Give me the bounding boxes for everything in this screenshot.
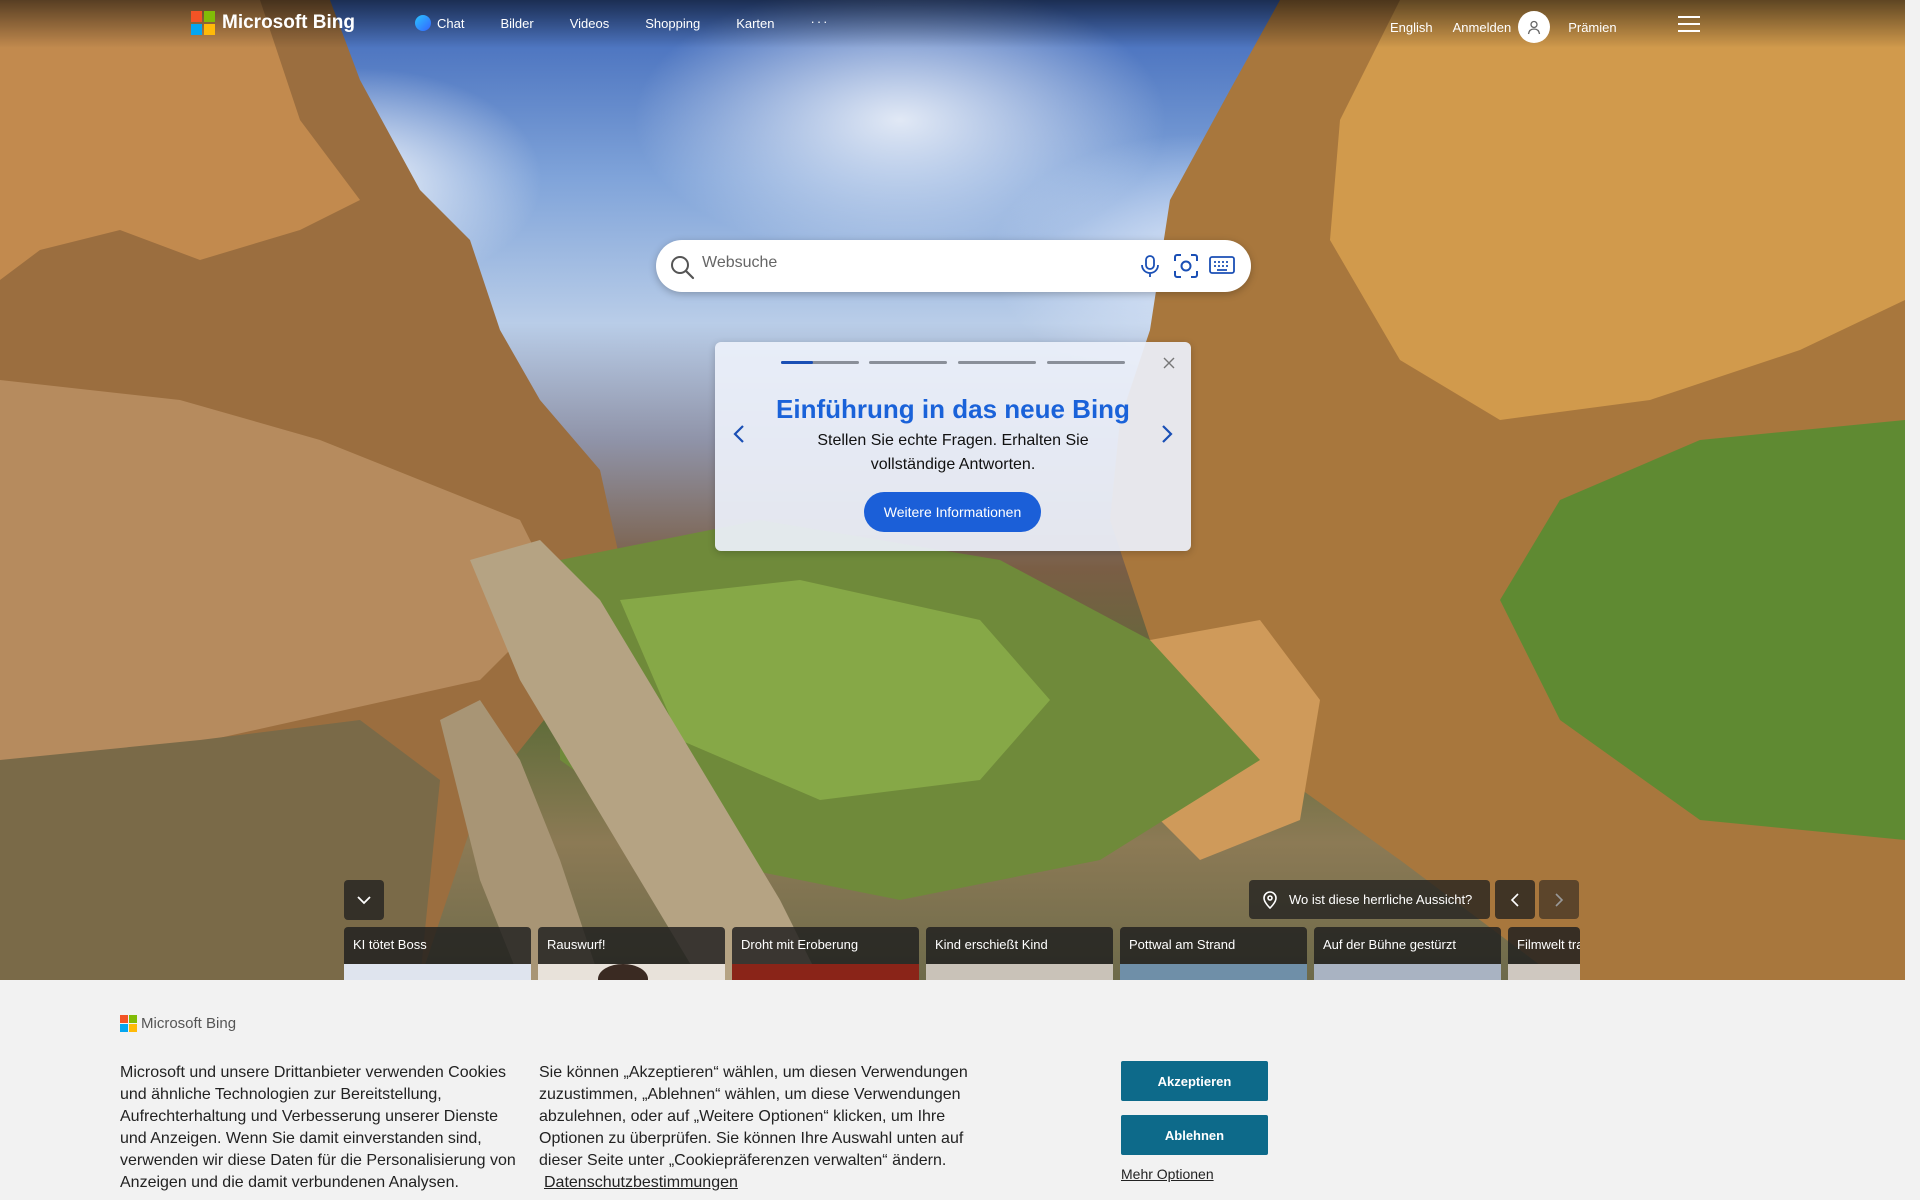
promo-title: Einführung in das neue Bing bbox=[776, 394, 1130, 424]
chevron-left-icon bbox=[1510, 892, 1519, 907]
user-avatar-icon[interactable] bbox=[1518, 11, 1551, 43]
news-tile[interactable]: Auf der Bühne gestürzt bbox=[1314, 927, 1501, 980]
news-title: Auf der Bühne gestürzt bbox=[1314, 927, 1501, 964]
cookie-logo-text: Microsoft Bing bbox=[141, 1015, 237, 1032]
cookie-text-1: Microsoft und unsere Drittanbieter verwe… bbox=[120, 1064, 516, 1191]
progress-step[interactable] bbox=[958, 361, 1036, 364]
news-thumbnail bbox=[1120, 964, 1307, 980]
progress-step[interactable] bbox=[869, 361, 947, 364]
chat-icon bbox=[415, 15, 431, 31]
rewards-link[interactable]: Prämien bbox=[1568, 20, 1616, 35]
learn-more-button[interactable]: Weitere Informationen bbox=[864, 492, 1041, 532]
more-options-link[interactable]: Mehr Optionen bbox=[1121, 1166, 1214, 1182]
previous-image-button[interactable] bbox=[1495, 880, 1535, 919]
news-thumbnail bbox=[1314, 964, 1501, 980]
news-title: Droht mit Eroberung bbox=[732, 927, 919, 964]
promo-text: Stellen Sie echte Fragen. Erhalten Sie v… bbox=[817, 432, 1089, 473]
nav-maps[interactable]: Karten bbox=[736, 15, 774, 31]
chevron-down-icon bbox=[357, 896, 371, 905]
search-box bbox=[656, 240, 1251, 292]
cookie-text-2: Sie können „Akzeptieren“ wählen, um dies… bbox=[539, 1062, 979, 1194]
nav-videos[interactable]: Videos bbox=[570, 15, 610, 31]
nav-chat-label: Chat bbox=[437, 15, 465, 31]
main-nav: Chat Bilder Videos Shopping Karten ··· bbox=[415, 14, 866, 31]
news-tile[interactable]: Droht mit Eroberung bbox=[732, 927, 919, 980]
progress-step-active bbox=[781, 361, 813, 364]
nav-images[interactable]: Bilder bbox=[500, 15, 533, 31]
news-thumbnail bbox=[732, 964, 919, 980]
location-pin-icon bbox=[1263, 890, 1277, 909]
visual-search-icon[interactable] bbox=[1173, 253, 1199, 279]
nav-more[interactable]: ··· bbox=[811, 11, 830, 31]
close-icon[interactable] bbox=[1162, 356, 1176, 370]
news-title: Kind erschießt Kind bbox=[926, 927, 1113, 964]
news-tile[interactable]: KI tötet Boss bbox=[344, 927, 531, 980]
news-thumbnail bbox=[1508, 964, 1580, 980]
privacy-link[interactable]: Datenschutzbestimmungen bbox=[544, 1174, 738, 1191]
image-info-button[interactable]: Wo ist diese herrliche Aussicht? bbox=[1249, 880, 1490, 919]
news-title: Pottwal am Strand bbox=[1120, 927, 1307, 964]
nav-shopping[interactable]: Shopping bbox=[645, 15, 700, 31]
cookie-logo: Microsoft Bing bbox=[120, 1015, 236, 1032]
hamburger-menu-icon[interactable] bbox=[1678, 16, 1700, 32]
search-icon[interactable] bbox=[669, 254, 695, 280]
progress-step[interactable] bbox=[1047, 361, 1125, 364]
signin-link[interactable]: Anmelden bbox=[1453, 20, 1512, 35]
microsoft-logo-icon bbox=[120, 1015, 137, 1032]
news-tile[interactable]: Filmwelt tra bbox=[1508, 927, 1580, 980]
search-input[interactable] bbox=[702, 254, 1082, 272]
news-thumbnail bbox=[926, 964, 1113, 980]
image-question: Wo ist diese herrliche Aussicht? bbox=[1289, 892, 1473, 907]
language-link[interactable]: English bbox=[1390, 20, 1433, 35]
nav-chat[interactable]: Chat bbox=[415, 15, 464, 31]
news-thumbnail bbox=[538, 964, 725, 980]
accept-button[interactable]: Akzeptieren bbox=[1121, 1061, 1268, 1101]
next-image-button[interactable] bbox=[1539, 880, 1579, 919]
news-title: KI tötet Boss bbox=[344, 927, 531, 964]
bing-logo[interactable]: Microsoft Bing bbox=[191, 11, 355, 35]
scrollbar-track[interactable] bbox=[1905, 0, 1920, 980]
chevron-right-icon bbox=[1555, 892, 1564, 907]
chevron-right-icon[interactable] bbox=[1155, 422, 1179, 446]
header-right: English Anmelden Prämien bbox=[1390, 11, 1617, 43]
news-tile[interactable]: Rauswurf! bbox=[538, 927, 725, 980]
keyboard-icon[interactable] bbox=[1209, 255, 1235, 275]
chevron-left-icon[interactable] bbox=[727, 422, 751, 446]
collapse-button[interactable] bbox=[344, 880, 384, 920]
cookie-text-2-body: Sie können „Akzeptieren“ wählen, um dies… bbox=[539, 1064, 968, 1169]
news-tile[interactable]: Pottwal am Strand bbox=[1120, 927, 1307, 980]
cookie-banner: Microsoft Bing Microsoft und unsere Drit… bbox=[0, 980, 1920, 1200]
news-title: Filmwelt tra bbox=[1508, 927, 1580, 964]
microphone-icon[interactable] bbox=[1139, 254, 1161, 278]
news-carousel: KI tötet Boss Rauswurf! Droht mit Erober… bbox=[344, 927, 1580, 980]
news-thumbnail bbox=[344, 964, 531, 980]
news-tile[interactable]: Kind erschießt Kind bbox=[926, 927, 1113, 980]
news-title: Rauswurf! bbox=[538, 927, 725, 964]
reject-button[interactable]: Ablehnen bbox=[1121, 1115, 1268, 1155]
microsoft-logo-icon bbox=[191, 11, 215, 35]
brand-name: Microsoft Bing bbox=[222, 12, 355, 33]
promo-card: Einführung in das neue Bing Stellen Sie … bbox=[715, 342, 1191, 551]
